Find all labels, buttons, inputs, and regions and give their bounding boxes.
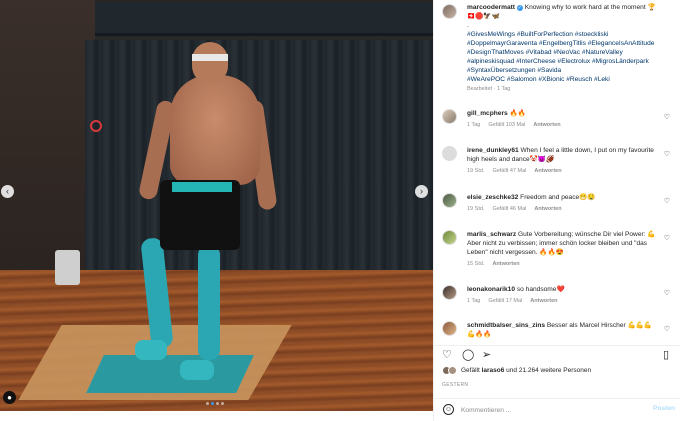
comment-like-heart-icon[interactable]: ♡ — [664, 325, 670, 333]
comment-icon[interactable]: ◯ — [462, 349, 474, 361]
comment-username[interactable]: elsie_zeschke32 — [467, 194, 518, 201]
photo-floor-mat — [86, 355, 254, 393]
photo-left-wall — [0, 0, 95, 290]
likes-prefix: Gefällt — [461, 367, 482, 374]
comment-bar: ☺ Posten — [434, 398, 680, 421]
comment-like-heart-icon[interactable]: ♡ — [664, 289, 670, 297]
comment-time[interactable]: 15 Std. — [467, 260, 484, 269]
comment-reply-button[interactable]: Antworten — [534, 205, 561, 214]
comment-avatar[interactable] — [442, 285, 457, 300]
carousel-dots — [206, 402, 224, 405]
comment-likes[interactable]: Gefällt 46 Mal — [492, 205, 526, 214]
comment-like-heart-icon[interactable]: ♡ — [664, 197, 670, 205]
emoji-icon[interactable]: ☺ — [443, 404, 454, 415]
caption-edited-time: Bearbeitet · 1 Tag — [467, 86, 511, 92]
comment-avatar[interactable] — [442, 321, 457, 336]
caption-text: Knowing why to work hard at the moment 🏆 — [524, 4, 656, 11]
previous-image-button[interactable]: ‹ — [1, 185, 14, 198]
comment-body: gill_mcphers 🔥🔥 1 Tag Gefällt 103 Mal An… — [467, 109, 657, 130]
comment-avatar[interactable] — [442, 193, 457, 208]
comment-body: elsie_zeschke32 Freedom and peace😁🤤 19 S… — [467, 193, 657, 214]
comment-reply-button[interactable]: Antworten — [534, 167, 561, 176]
post-photo[interactable]: ‹ › ● — [0, 0, 433, 411]
comment-time[interactable]: 1 Tag — [467, 121, 480, 130]
athlete-torso — [170, 75, 260, 185]
comment-time[interactable]: 19 Std. — [467, 167, 484, 176]
post-side-panel: marcoodermatt ✓ Knowing why to work hard… — [433, 0, 680, 421]
heart-icon[interactable]: ♡ — [442, 349, 452, 361]
likes-user[interactable]: laraso6 — [482, 367, 505, 374]
comment-username[interactable]: irene_dunkley61 — [467, 147, 519, 154]
comment-meta: 1 Tag Gefällt 103 Mal Antworten — [467, 121, 657, 130]
athlete-belt — [172, 182, 232, 192]
likes-text: Gefällt laraso6 und 21.264 weitere Perso… — [461, 367, 591, 374]
athlete-right-shoe — [180, 360, 214, 380]
comment-reply-button[interactable]: Antworten — [533, 121, 560, 130]
hashtags-line-5[interactable]: #SyntaxÜbersetzungen #Savida — [467, 67, 561, 74]
hashtags-line-6[interactable]: #WeArePOC #Salomon #XBionic #Reusch #Lek… — [467, 76, 610, 83]
carousel-dot — [216, 402, 219, 405]
comment-avatar[interactable] — [442, 230, 457, 245]
comment-meta: 19 Std. Gefällt 46 Mal Antworten — [467, 205, 657, 214]
hashtags-line-4[interactable]: #alpineskisquad #InterCheese #Electrolux… — [467, 58, 649, 65]
comment-body: marlis_schwarz Gute Vorbereitung; wünsch… — [467, 230, 657, 269]
athlete-right-leg — [198, 245, 220, 360]
comment-username[interactable]: leonakonarik10 — [467, 286, 515, 293]
comment-body: irene_dunkley61 When I feel a little dow… — [467, 146, 657, 176]
comment-meta: 19 Std. Gefällt 47 Mal Antworten — [467, 167, 657, 176]
author-avatar[interactable] — [442, 4, 457, 19]
bookmark-icon[interactable]: ▯ — [663, 349, 669, 361]
comment-body: leonakonarik10 so handsome❤️ 1 Tag Gefäl… — [467, 285, 657, 306]
comment-likes[interactable]: Gefällt 47 Mal — [492, 167, 526, 176]
comment-username[interactable]: gill_mcphers — [467, 110, 508, 117]
photo-motion-marker — [90, 120, 102, 132]
caption-dot: . — [467, 22, 469, 29]
comment-text: Freedom and peace😁🤤 — [520, 194, 596, 201]
comment-like-heart-icon[interactable]: ♡ — [664, 234, 670, 242]
comment-text: so handsome❤️ — [516, 286, 565, 293]
post-caption: marcoodermatt ✓ Knowing why to work hard… — [467, 3, 675, 94]
comment-time[interactable]: 1 Tag — [467, 297, 480, 306]
post-date: GESTERN — [442, 382, 469, 388]
likes-suffix: und 21.264 weitere Personen — [504, 367, 592, 374]
comment-body: schmidtbalser_sins_zins Besser als Marce… — [467, 321, 657, 339]
likes-summary[interactable]: Gefällt laraso6 und 21.264 weitere Perso… — [442, 366, 674, 375]
comment-likes[interactable]: Gefällt 103 Mal — [488, 121, 525, 130]
author-username[interactable]: marcoodermatt — [467, 4, 515, 11]
photo-equipment — [55, 250, 80, 285]
comment-meta: 15 Std. Antworten — [467, 260, 657, 269]
hashtags-line-1[interactable]: #GivesMeWings #BuiltForPerfection #stoec… — [467, 31, 608, 38]
comment-meta: 1 Tag Gefällt 17 Mal Antworten — [467, 297, 657, 306]
comment-reply-button[interactable]: Antworten — [530, 297, 557, 306]
instagram-post-view: ‹ › ● marcoodermatt ✓ Knowing why to wor… — [0, 0, 680, 421]
comment-text: 🔥🔥 — [509, 110, 526, 117]
athlete-head — [192, 42, 228, 84]
comment-like-heart-icon[interactable]: ♡ — [664, 113, 670, 121]
comment-input[interactable] — [461, 404, 641, 416]
comment-username[interactable]: schmidtbalser_sins_zins — [467, 322, 545, 329]
caption-emojis: 🇨🇭🛑🦅🦋 — [467, 13, 500, 20]
hashtags-line-2[interactable]: #DoppelmayrGaraventa #EngelbergTitlis #E… — [467, 40, 654, 47]
next-image-button[interactable]: › — [415, 185, 428, 198]
comment-likes[interactable]: Gefällt 17 Mal — [488, 297, 522, 306]
hashtags-line-3[interactable]: #DesignThatMoves #Vitabad #NeoVac #Natur… — [467, 49, 623, 56]
carousel-dot — [221, 402, 224, 405]
post-comment-button[interactable]: Posten — [653, 405, 675, 412]
carousel-dot-active — [211, 402, 214, 405]
comment-avatar[interactable] — [442, 109, 457, 124]
comment-reply-button[interactable]: Antworten — [492, 260, 519, 269]
athlete-headband — [192, 54, 228, 61]
liker-avatar — [448, 366, 457, 375]
comment-like-heart-icon[interactable]: ♡ — [664, 150, 670, 158]
athlete-left-shoe — [135, 340, 167, 360]
carousel-dot — [206, 402, 209, 405]
share-icon[interactable]: ➢ — [482, 349, 491, 361]
verified-badge-icon: ✓ — [516, 5, 523, 11]
user-tag-icon[interactable]: ● — [3, 391, 16, 404]
comment-time[interactable]: 19 Std. — [467, 205, 484, 214]
comment-avatar[interactable] — [442, 146, 457, 161]
comment-username[interactable]: marlis_schwarz — [467, 231, 516, 238]
post-action-bar: ♡ ◯ ➢ ▯ — [434, 345, 680, 363]
photo-stage-beam — [95, 2, 433, 36]
